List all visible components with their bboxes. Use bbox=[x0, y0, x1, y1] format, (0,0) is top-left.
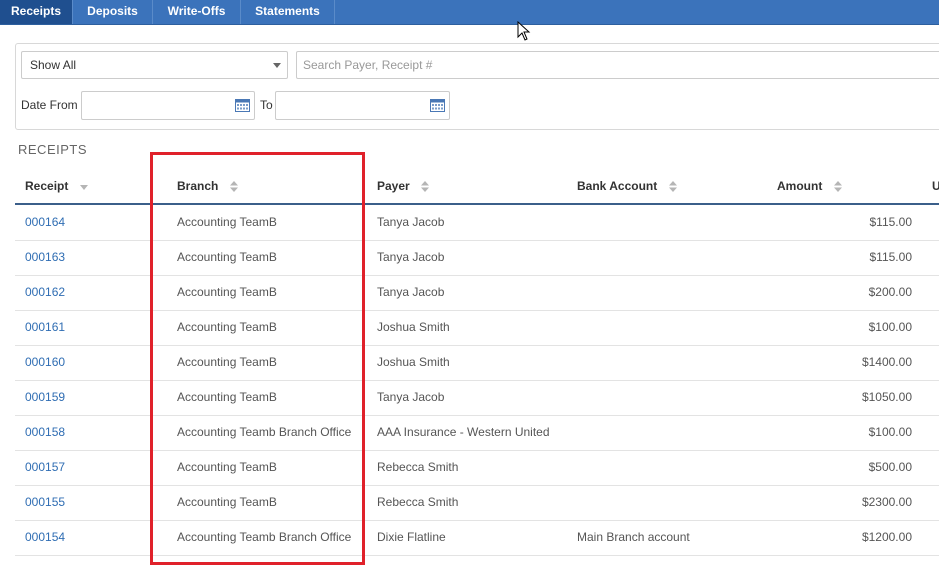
table-row[interactable]: 000164 Accounting TeamB Tanya Jacob $115… bbox=[15, 205, 939, 241]
column-label: Receipt bbox=[25, 179, 69, 193]
show-filter-value: Show All bbox=[30, 58, 77, 72]
date-to-field[interactable] bbox=[275, 91, 450, 120]
receipt-number-link[interactable]: 000159 bbox=[25, 380, 65, 414]
sort-icon bbox=[229, 181, 238, 193]
payer-cell: Tanya Jacob bbox=[377, 215, 445, 229]
amount-cell: $115.00 bbox=[869, 215, 913, 229]
amount-cell: $1200.00 bbox=[861, 530, 912, 544]
amount-cell: $115.00 bbox=[869, 250, 913, 264]
receipt-number-link[interactable]: 000155 bbox=[25, 485, 65, 519]
payer-cell: Dixie Flatline bbox=[377, 530, 446, 544]
table-row[interactable]: 000158 Accounting Teamb Branch Office AA… bbox=[15, 415, 939, 451]
receipt-number-link[interactable]: 000157 bbox=[25, 450, 65, 484]
column-label: Bank Account bbox=[577, 179, 658, 193]
receipt-number-link[interactable]: 000158 bbox=[25, 415, 65, 449]
table-row[interactable]: 000154 Accounting Teamb Branch Office Di… bbox=[15, 520, 939, 556]
receipt-number-link[interactable]: 000161 bbox=[25, 310, 65, 344]
column-label: U bbox=[932, 179, 939, 193]
date-to-label: To bbox=[260, 98, 273, 112]
receipt-number-link[interactable]: 000154 bbox=[25, 520, 65, 554]
amount-cell: $2300.00 bbox=[861, 495, 912, 509]
search-input[interactable] bbox=[296, 51, 939, 79]
tab-write-offs[interactable]: Write-Offs bbox=[153, 0, 241, 24]
amount-cell: $100.00 bbox=[868, 320, 912, 334]
amount-cell: $1400.00 bbox=[861, 355, 912, 369]
table-row[interactable]: 000163 Accounting TeamB Tanya Jacob $115… bbox=[15, 240, 939, 276]
payer-cell: Tanya Jacob bbox=[377, 250, 445, 264]
table-row[interactable]: 000162 Accounting TeamB Tanya Jacob $200… bbox=[15, 275, 939, 311]
amount-cell: $200.00 bbox=[868, 285, 912, 299]
column-header-receipt[interactable]: Receipt bbox=[25, 179, 88, 193]
sort-descending-icon bbox=[79, 185, 88, 191]
payer-cell: AAA Insurance - Western United bbox=[377, 425, 550, 439]
column-header-branch[interactable]: Branch bbox=[177, 179, 238, 193]
column-header-payer[interactable]: Payer bbox=[377, 179, 430, 193]
chevron-down-icon bbox=[273, 63, 281, 68]
branch-cell: Accounting TeamB bbox=[177, 460, 277, 474]
amount-cell: $500.00 bbox=[868, 460, 912, 474]
bank-account-cell: Main Branch account bbox=[577, 530, 690, 544]
payer-cell: Tanya Jacob bbox=[377, 285, 445, 299]
tab-statements[interactable]: Statements bbox=[241, 0, 335, 24]
show-filter-select[interactable]: Show All bbox=[21, 51, 288, 79]
payer-cell: Tanya Jacob bbox=[377, 390, 445, 404]
amount-cell: $100.00 bbox=[868, 425, 912, 439]
date-from-field[interactable] bbox=[81, 91, 255, 120]
date-from-label: Date From bbox=[21, 98, 78, 112]
sort-icon bbox=[421, 181, 430, 193]
payer-cell: Joshua Smith bbox=[377, 355, 450, 369]
table-row[interactable]: 000155 Accounting TeamB Rebecca Smith $2… bbox=[15, 485, 939, 521]
branch-cell: Accounting TeamB bbox=[177, 355, 277, 369]
table-row[interactable]: 000161 Accounting TeamB Joshua Smith $10… bbox=[15, 310, 939, 346]
tab-receipts[interactable]: Receipts bbox=[0, 0, 73, 24]
column-header-truncated[interactable]: U bbox=[932, 179, 939, 193]
branch-cell: Accounting TeamB bbox=[177, 215, 277, 229]
amount-cell: $1050.00 bbox=[861, 390, 912, 404]
receipt-number-link[interactable]: 000162 bbox=[25, 275, 65, 309]
tab-bar: Receipts Deposits Write-Offs Statements bbox=[0, 0, 939, 25]
payer-cell: Joshua Smith bbox=[377, 320, 450, 334]
branch-cell: Accounting TeamB bbox=[177, 285, 277, 299]
column-label: Branch bbox=[177, 179, 219, 193]
receipt-number-link[interactable]: 000160 bbox=[25, 345, 65, 379]
branch-cell: Accounting TeamB bbox=[177, 495, 277, 509]
column-label: Amount bbox=[777, 179, 823, 193]
branch-cell: Accounting TeamB bbox=[177, 390, 277, 404]
mouse-cursor-icon bbox=[517, 21, 531, 41]
sort-icon bbox=[833, 181, 842, 193]
column-label: Payer bbox=[377, 179, 410, 193]
section-title: RECEIPTS bbox=[18, 142, 88, 157]
table-row[interactable]: 000157 Accounting TeamB Rebecca Smith $5… bbox=[15, 450, 939, 486]
branch-cell: Accounting TeamB bbox=[177, 320, 277, 334]
calendar-icon[interactable] bbox=[235, 99, 250, 112]
tab-deposits[interactable]: Deposits bbox=[73, 0, 153, 24]
column-header-amount[interactable]: Amount bbox=[777, 179, 842, 193]
table-row[interactable]: 000160 Accounting TeamB Joshua Smith $14… bbox=[15, 345, 939, 381]
branch-cell: Accounting Teamb Branch Office bbox=[177, 425, 352, 439]
payer-cell: Rebecca Smith bbox=[377, 460, 459, 474]
payer-cell: Rebecca Smith bbox=[377, 495, 459, 509]
receipt-number-link[interactable]: 000163 bbox=[25, 240, 65, 274]
branch-cell: Accounting TeamB bbox=[177, 250, 277, 264]
receipt-number-link[interactable]: 000164 bbox=[25, 205, 65, 239]
calendar-icon[interactable] bbox=[430, 99, 445, 112]
sort-icon bbox=[668, 181, 677, 193]
table-row[interactable]: 000159 Accounting TeamB Tanya Jacob $105… bbox=[15, 380, 939, 416]
column-header-bank-account[interactable]: Bank Account bbox=[577, 179, 677, 193]
branch-cell: Accounting Teamb Branch Office bbox=[177, 530, 352, 544]
